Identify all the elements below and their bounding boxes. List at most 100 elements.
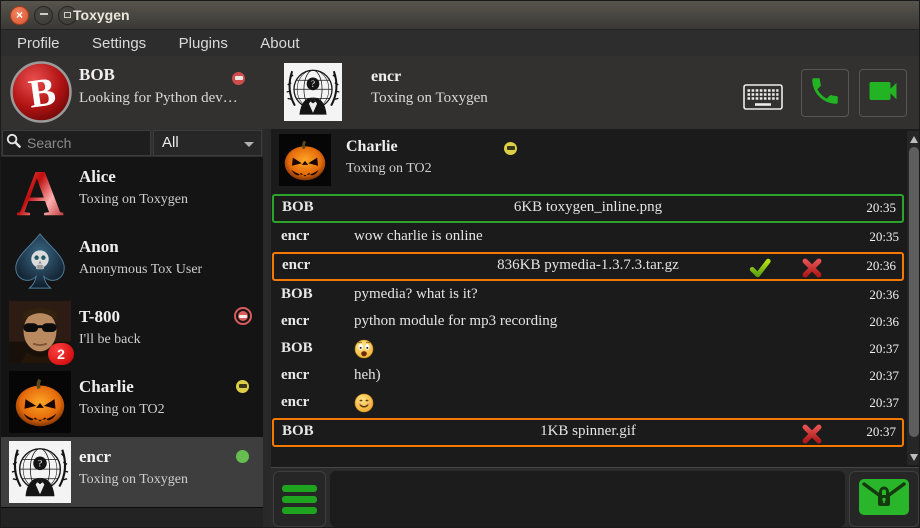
phone-icon xyxy=(808,74,842,113)
chat-peer-status-message: Toxing on TO2 xyxy=(346,161,432,177)
away-status-icon xyxy=(236,380,249,393)
scrollbar-thumb[interactable] xyxy=(909,147,919,437)
pumpkin-avatar xyxy=(279,134,331,186)
contact-name: Anon xyxy=(79,237,119,257)
contact-status-message: Anonymous Tox User xyxy=(79,262,202,278)
contact-name: T-800 xyxy=(79,307,120,327)
chat-peer-card: Charlie Toxing on TO2 xyxy=(271,131,905,191)
anonymous-avatar: ? xyxy=(9,441,71,503)
message-time: 20:36 xyxy=(866,258,896,274)
message-time: 20:36 xyxy=(869,287,899,303)
contact-name: Alice xyxy=(79,167,116,187)
svg-text:?: ? xyxy=(311,79,315,89)
message-row: encr wow charlie is online 20:35 xyxy=(271,224,905,251)
file-transfer-row: encr836KB pymedia-1.3.7.3.tar.gz20:36 xyxy=(272,252,904,281)
spade-skull-avatar xyxy=(9,231,71,293)
busy-status-icon xyxy=(234,307,252,325)
message-time: 20:37 xyxy=(866,424,896,440)
contact-name: encr xyxy=(79,447,111,467)
contact-list: A Alice Toxing on Toxygen Anon Anonymous Tox… xyxy=(1,157,263,528)
menu-plugins[interactable]: Plugins xyxy=(165,31,242,56)
busy-status-icon xyxy=(232,72,245,85)
main-area: All A Alice Toxing on Toxygen Anon Anonymous… xyxy=(1,129,920,528)
message-sender: BOB xyxy=(281,286,313,303)
file-transfer-row: BOB1KB spinner.gif20:37 xyxy=(272,418,904,447)
message-time: 20:36 xyxy=(869,314,899,330)
message-sender: encr xyxy=(281,367,309,384)
menu-profile[interactable]: Profile xyxy=(3,31,74,56)
message-row: encr20:37 xyxy=(271,390,905,417)
video-icon xyxy=(865,73,901,114)
scroll-up-icon[interactable] xyxy=(907,133,920,145)
message-time: 20:37 xyxy=(869,341,899,357)
contact-alice[interactable]: AAliceToxing on Toxygen xyxy=(1,157,263,227)
smile-smiley-icon xyxy=(354,393,374,413)
message-input-area[interactable] xyxy=(330,471,845,527)
search-row: All xyxy=(1,129,263,157)
message-text: python module for mp3 recording xyxy=(354,313,557,330)
window-title: Toxygen xyxy=(73,1,130,30)
search-input[interactable] xyxy=(25,134,150,152)
unread-badge: 2 xyxy=(48,343,74,365)
scroll-down-icon[interactable] xyxy=(907,451,920,463)
minimize-button[interactable] xyxy=(34,6,53,25)
message-row: BOB 20:37 xyxy=(271,336,905,363)
message-time: 20:37 xyxy=(869,368,899,384)
contact-status-message: Toxing on TO2 xyxy=(79,402,165,418)
message-time: 20:35 xyxy=(869,229,899,245)
chat-menu-button[interactable] xyxy=(273,471,326,527)
sidebar-chat-divider xyxy=(263,129,271,528)
message-row: encr heh) 20:37 xyxy=(271,363,905,390)
sidebar-filler xyxy=(1,507,263,528)
accept-file-button[interactable] xyxy=(748,256,772,280)
close-button[interactable]: × xyxy=(10,6,29,25)
peer-name: encr xyxy=(371,68,401,86)
decline-file-button[interactable] xyxy=(800,422,824,446)
menu-settings[interactable]: Settings xyxy=(78,31,160,56)
contact-status-message: I'll be back xyxy=(79,332,141,348)
audio-call-button[interactable] xyxy=(801,69,849,117)
message-input[interactable] xyxy=(330,471,845,527)
menubar: Profile Settings Plugins About xyxy=(1,31,919,56)
self-status-message[interactable]: Looking for Python dev… xyxy=(79,90,238,107)
message-text: heh) xyxy=(354,367,381,384)
message-sender: encr xyxy=(281,228,309,245)
video-call-button[interactable] xyxy=(859,69,907,117)
contact-filter-dropdown[interactable]: All xyxy=(153,130,262,156)
contact-encr[interactable]: ? encr Toxing on Toxygen xyxy=(1,437,263,507)
keyboard-icon[interactable] xyxy=(743,84,783,110)
self-avatar[interactable]: B xyxy=(9,60,73,124)
titlebar: × Toxygen xyxy=(1,1,919,30)
decline-file-button[interactable] xyxy=(800,256,824,280)
message-list: BOB6KB toxygen_inline.png20:35encrwow ch… xyxy=(271,193,905,465)
contact-anon[interactable]: Anon Anonymous Tox User xyxy=(1,227,263,297)
message-text: wow charlie is online xyxy=(354,228,483,245)
message-sender: BOB xyxy=(281,340,313,357)
chat-area: Charlie Toxing on TO2 BOB6KB toxygen_inl… xyxy=(271,129,920,528)
compose-bar xyxy=(271,467,920,528)
send-encrypted-icon xyxy=(858,478,910,521)
contact-filter-value: All xyxy=(162,134,179,151)
send-button[interactable] xyxy=(849,471,919,527)
file-transfer-row: BOB6KB toxygen_inline.png20:35 xyxy=(272,194,904,223)
contact-t-800[interactable]: T-800 I'll be back 2 xyxy=(1,297,263,367)
self-name[interactable]: BOB xyxy=(79,65,115,85)
sidebar: All A Alice Toxing on Toxygen Anon Anonymous… xyxy=(1,129,263,528)
search-box[interactable] xyxy=(2,130,151,156)
message-sender: encr xyxy=(281,313,309,330)
message-sender: encr xyxy=(281,394,309,411)
chat-peer-name: Charlie xyxy=(346,138,398,156)
menu-about[interactable]: About xyxy=(246,31,313,56)
chat-scrollbar[interactable] xyxy=(906,131,920,465)
message-text: pymedia? what is it? xyxy=(354,286,478,303)
contact-status-message: Toxing on Toxygen xyxy=(79,472,188,488)
menu-icon xyxy=(282,485,317,492)
header-row: B BOB Looking for Python dev… ? encr Tox… xyxy=(1,56,919,129)
svg-text:A: A xyxy=(16,161,64,223)
svg-text:?: ? xyxy=(38,459,42,470)
contact-charlie[interactable]: CharlieToxing on TO2 xyxy=(1,367,263,437)
file-name: 6KB toxygen_inline.png xyxy=(274,199,902,216)
search-icon xyxy=(3,133,25,153)
message-row: BOB pymedia? what is it? 20:36 xyxy=(271,282,905,309)
online-status-icon xyxy=(236,450,249,463)
